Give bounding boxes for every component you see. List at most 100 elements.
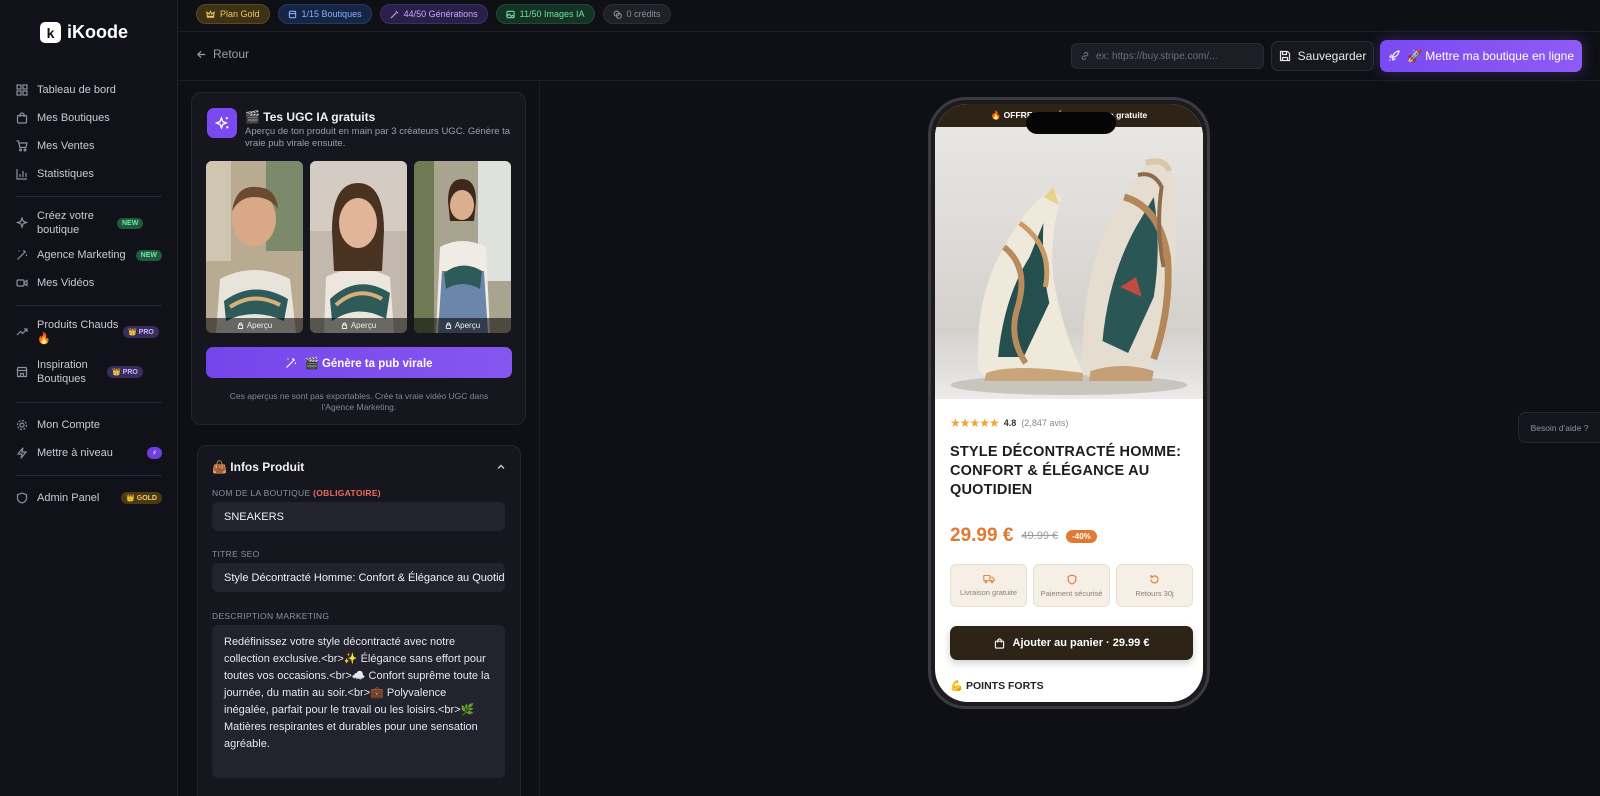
feature-label: Livraison gratuite [959, 588, 1018, 597]
trending-up-icon [16, 328, 28, 336]
ugc-previews: Aperçu Aperçu Aperçu [206, 161, 511, 333]
add-to-cart-button[interactable]: Ajouter au panier · 29.99 € [950, 626, 1193, 660]
credits-chip-label: 0 crédits [626, 9, 661, 19]
back-label: Retour [213, 47, 250, 61]
sidebar-item-label: Statistiques [37, 168, 94, 180]
phone-screen: 🔥 OFFRE LIMITÉE · Livraison gratuite ★★★… [935, 104, 1203, 702]
product-image [935, 127, 1203, 399]
shopping-bag-icon [16, 112, 28, 124]
shops-chip[interactable]: 1/15 Boutiques [277, 4, 372, 24]
magic-wand-icon [17, 250, 28, 260]
sidebar-item-admin[interactable]: Admin Panel 👑 GOLD [0, 484, 178, 512]
usage-chips: Plan Gold 1/15 Boutiques 44/50 Génératio… [196, 4, 671, 24]
sidebar-item-sales[interactable]: Mes Ventes [0, 132, 178, 160]
sidebar-divider [16, 475, 162, 476]
new-badge: NEW [135, 249, 162, 261]
wand-icon [390, 10, 398, 18]
product-info-card: 👜 Infos Produit NOM DE LA BOUTIQUE (OBLI… [197, 445, 521, 796]
sidebar-item-stats[interactable]: Statistiques [0, 160, 178, 188]
pro-badge: 👑 PRO [123, 326, 159, 338]
sidebar-item-label: Mes Ventes [37, 140, 95, 152]
sidebar-item-videos[interactable]: Mes Vidéos [0, 269, 178, 297]
shops-chip-label: 1/15 Boutiques [301, 9, 362, 19]
sidebar-divider [16, 402, 162, 403]
ugc-preview-2[interactable]: Aperçu [310, 161, 407, 333]
help-button[interactable]: Besoin d'aide ? [1518, 412, 1600, 443]
product-info-header[interactable]: 👜 Infos Produit [212, 460, 506, 474]
video-icon [16, 279, 28, 287]
sidebar-item-account[interactable]: Mon Compte [0, 411, 178, 439]
price-row: 29.99 € 49.99 € -40% [950, 525, 1097, 547]
rating-score: 4.8 [1003, 418, 1017, 428]
images-chip[interactable]: 11/50 Images IA [495, 4, 595, 24]
review-count: (2,847 avis) [1021, 418, 1069, 428]
sidebar-item-label: Mon Compte [37, 419, 100, 431]
sidebar-item-marketing-agency[interactable]: Agence Marketing NEW [0, 241, 178, 269]
coins-icon [613, 10, 622, 19]
save-label: Sauvegarder [1297, 49, 1367, 63]
sidebar-item-dashboard[interactable]: Tableau de bord [0, 76, 178, 104]
link-icon [1081, 52, 1089, 60]
lock-icon [341, 322, 347, 329]
ugc-subtitle: Aperçu de ton produit en main par 3 créa… [245, 126, 511, 149]
sidebar-item-upgrade[interactable]: Mettre à niveau ⚡ [0, 439, 178, 467]
preview-caption-text: Aperçu [350, 321, 377, 330]
sidebar-item-shops[interactable]: Mes Boutiques [0, 104, 178, 132]
publish-button[interactable]: 🚀 Mettre ma boutique en ligne [1380, 40, 1582, 72]
generate-viral-ad-button[interactable]: 🎬 Génère ta pub virale [206, 347, 512, 378]
sparkles-icon [214, 115, 228, 130]
trust-badges: Livraison gratuite Paiement sécurisé Ret… [950, 564, 1193, 607]
payment-url-input[interactable] [1095, 50, 1255, 62]
sidebar-divider [16, 196, 162, 197]
description-textarea[interactable]: Redéfinissez votre style décontracté ave… [212, 625, 505, 778]
arrow-left-icon [196, 50, 206, 58]
generations-chip[interactable]: 44/50 Générations [379, 4, 488, 24]
lock-icon [237, 322, 243, 329]
sidebar-item-label: Produits Chauds 🔥 [37, 319, 119, 345]
price: 29.99 € [950, 525, 1014, 546]
sidebar-nav: Tableau de bord Mes Boutiques Mes Ventes… [0, 76, 178, 512]
creator-photo-man [206, 161, 303, 333]
back-link[interactable]: Retour [196, 47, 249, 61]
sidebar-item-create-shop[interactable]: Créez votre boutique NEW [0, 205, 178, 241]
preview-caption-text: Aperçu [246, 321, 273, 330]
old-price: 49.99 € [1021, 530, 1059, 542]
ugc-icon [207, 108, 237, 138]
ugc-preview-1[interactable]: Aperçu [206, 161, 303, 333]
save-button[interactable]: Sauvegarder [1271, 41, 1374, 71]
shop-name-label: NOM DE LA BOUTIQUE (OBLIGATOIRE) [212, 488, 381, 498]
payment-url-field[interactable] [1071, 43, 1264, 69]
bar-chart-icon [16, 169, 27, 180]
preview-caption-text: Aperçu [454, 321, 481, 330]
plan-chip[interactable]: Plan Gold [196, 4, 270, 24]
sidebar-item-label: Admin Panel [37, 492, 100, 504]
sidebar-item-label: Mes Boutiques [37, 112, 110, 124]
preview-caption: Aperçu [414, 318, 511, 333]
shield-icon [16, 492, 28, 504]
editor-preview-divider [539, 81, 540, 796]
publish-label: 🚀 Mettre ma boutique en ligne [1406, 49, 1575, 63]
sidebar-item-label: Inspiration Boutiques [37, 359, 88, 385]
generations-chip-label: 44/50 Générations [403, 9, 478, 19]
ugc-preview-3[interactable]: Aperçu [414, 161, 511, 333]
credits-chip[interactable]: 0 crédits [602, 4, 671, 24]
sidebar-item-hot-products[interactable]: Produits Chauds 🔥 👑 PRO [0, 314, 178, 350]
product-info-title: 👜 Infos Produit [212, 460, 305, 474]
logo[interactable]: k iKoode [40, 22, 128, 43]
sidebar: k iKoode Tableau de bord Mes Boutiques M… [0, 0, 178, 796]
sidebar-item-label: Mes Vidéos [37, 277, 95, 289]
required-marker: (OBLIGATOIRE) [313, 488, 381, 498]
logo-mark: k [40, 22, 61, 43]
gold-badge: 👑 GOLD [121, 492, 162, 504]
sidebar-item-inspiration[interactable]: Inspiration Boutiques 👑 PRO [0, 350, 178, 394]
shop-name-input[interactable]: SNEAKERS [212, 502, 505, 531]
plan-chip-label: Plan Gold [220, 9, 260, 19]
phone-preview: 🔥 OFFRE LIMITÉE · Livraison gratuite ★★★… [928, 97, 1210, 709]
top-divider [178, 31, 1600, 32]
shield-icon [1067, 573, 1076, 585]
lock-icon [445, 322, 451, 329]
seo-title-input[interactable]: Style Décontracté Homme: Confort & Éléga… [212, 563, 505, 592]
chevron-up-icon[interactable] [496, 462, 506, 472]
phone-notch [1026, 112, 1116, 134]
image-icon [506, 10, 515, 18]
